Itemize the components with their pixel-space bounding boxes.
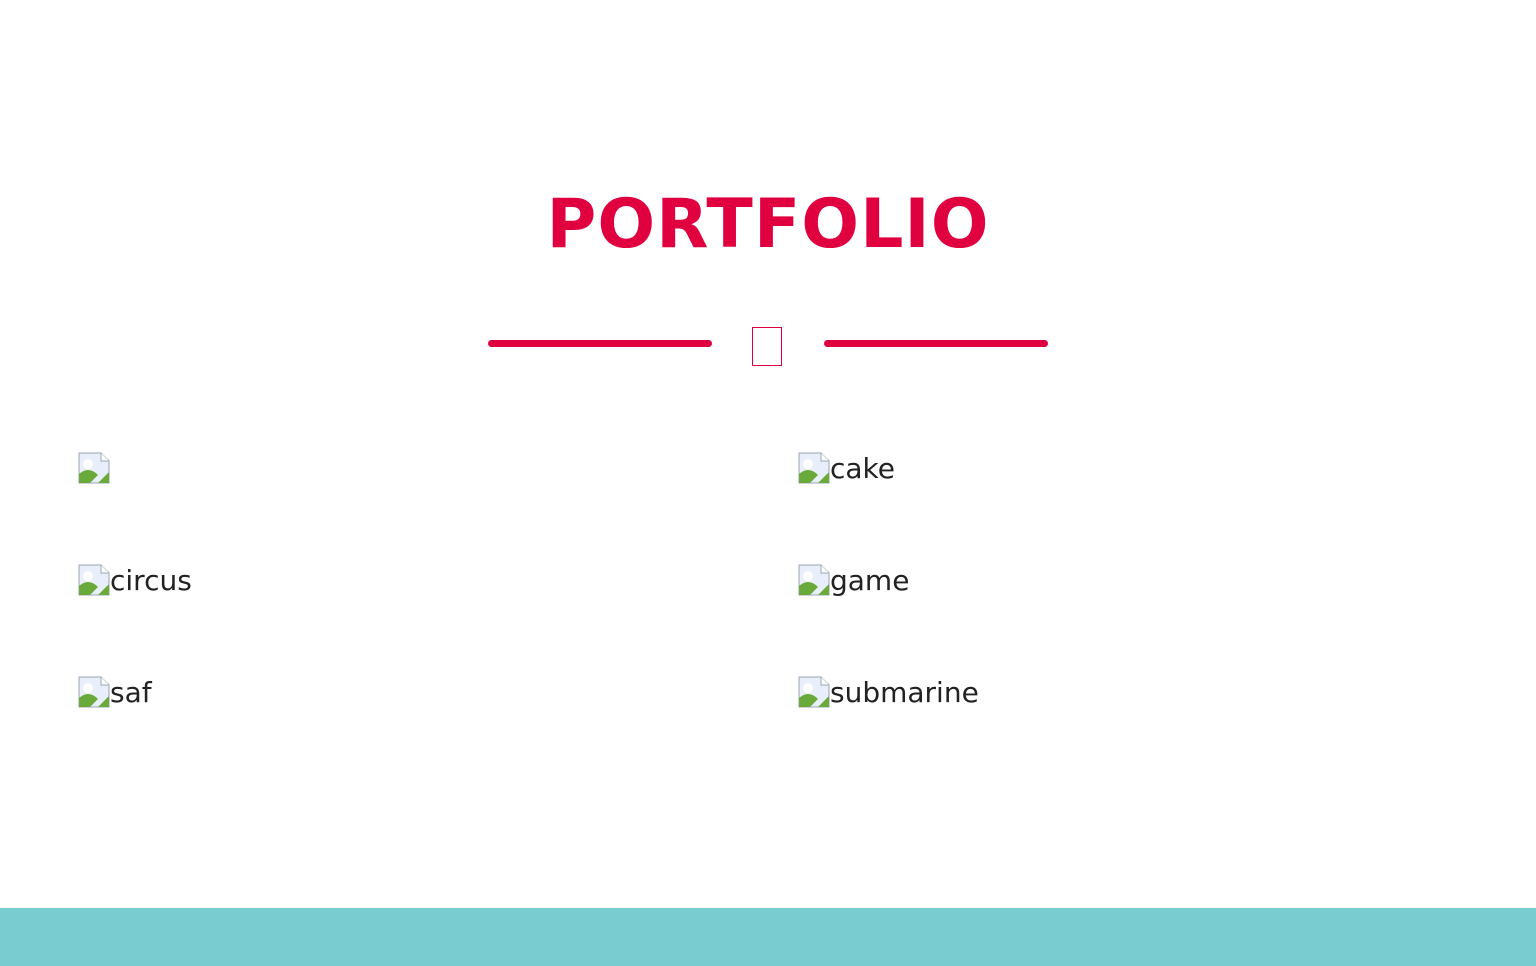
portfolio-item[interactable]: circus [78,560,192,600]
portfolio-item[interactable] [78,448,110,488]
portfolio-page: PORTFOLIO cake circus game saf submarine [0,0,1536,966]
tofu-glyph-icon [752,327,782,366]
portfolio-item-caption: saf [110,676,152,709]
portfolio-item-caption: submarine [830,676,979,709]
portfolio-item-caption: circus [110,564,192,597]
footer-bar [0,908,1536,966]
broken-image-icon [78,564,110,596]
divider-line-left [488,340,712,347]
broken-image-icon [78,676,110,708]
portfolio-item-caption: game [830,564,910,597]
broken-image-icon [798,452,830,484]
broken-image-icon [798,564,830,596]
portfolio-item[interactable]: game [798,560,909,600]
portfolio-item[interactable]: cake [798,448,895,488]
portfolio-title: PORTFOLIO [546,185,990,264]
portfolio-item-caption: cake [830,452,895,485]
portfolio-item[interactable]: saf [78,672,152,712]
portfolio-item[interactable]: submarine [798,672,979,712]
broken-image-icon [78,452,110,484]
broken-image-icon [798,676,830,708]
divider-line-right [824,340,1048,347]
